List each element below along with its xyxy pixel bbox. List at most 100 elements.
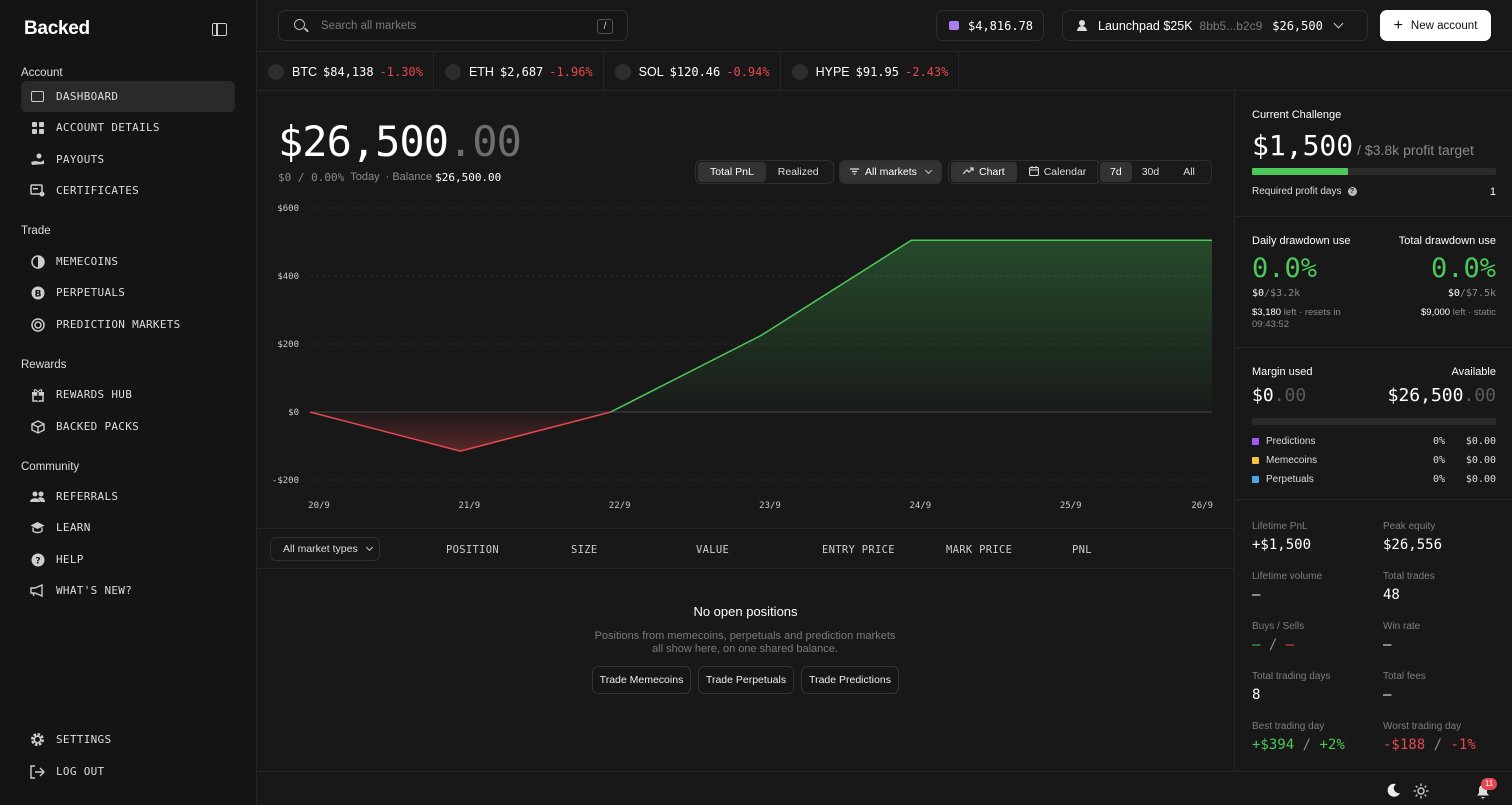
stat-value: – <box>1383 687 1392 703</box>
sidebar-item-memecoins[interactable]: MEMECOINS <box>21 246 235 277</box>
required-days-label: Required profit days <box>1252 186 1342 197</box>
sidebar-item-rewards-hub[interactable]: REWARDS HUB <box>21 379 235 410</box>
ticker-price: $2,687 <box>499 64 544 79</box>
tab-chart-label: Chart <box>979 166 1005 178</box>
sidebar-toggle-icon[interactable] <box>212 23 227 36</box>
ticker-symbol: SOL <box>638 64 664 79</box>
daily-drawdown-pct: 0.0% <box>1252 253 1318 284</box>
account-switcher[interactable]: Launchpad $25K 8bb5...b2c9 $26,500 <box>1062 10 1368 41</box>
sidebar-item-help[interactable]: ? HELP <box>21 544 235 575</box>
sidebar-item-label: MEMECOINS <box>56 255 119 268</box>
wallet-balance-button[interactable]: $4,816.78 <box>936 10 1044 41</box>
legend-predictions: Predictions 0% $0.00 <box>1252 434 1496 448</box>
tab-total-pnl[interactable]: Total PnL <box>698 162 766 182</box>
legend-dot <box>1252 437 1259 445</box>
sidebar-item-dashboard[interactable]: DASHBOARD <box>21 81 235 112</box>
plus-icon: + <box>1393 16 1403 34</box>
btc-coin-icon <box>268 63 284 80</box>
eth-coin-icon <box>444 63 461 80</box>
challenge-title: Current Challenge <box>1252 109 1342 121</box>
ticker-item-btc[interactable]: BTC $84,138 -1.30% <box>257 52 434 91</box>
sidebar-item-perpetuals[interactable]: B PERPETUALS <box>21 277 235 308</box>
trade-predictions-button[interactable]: Trade Predictions <box>801 666 899 694</box>
sidebar-item-whats-new[interactable]: WHAT'S NEW? <box>21 575 235 606</box>
section-community: Community <box>21 461 80 473</box>
market-filter-dropdown[interactable]: All markets <box>839 160 942 184</box>
gift-icon <box>30 387 45 402</box>
legend-name: Memecoins <box>1266 454 1318 466</box>
info-icon[interactable]: ? <box>1347 187 1357 196</box>
account-balance-large: $26,500.00 <box>278 117 522 166</box>
legend-name: Predictions <box>1266 435 1316 447</box>
margin-card: Margin used Available $0.00 $26,500.00 P… <box>1235 348 1512 500</box>
trade-memecoins-button[interactable]: Trade Memecoins <box>592 666 691 694</box>
chevron-down-icon <box>1333 18 1344 29</box>
stat-total-trades: Total trades 48 <box>1383 571 1435 603</box>
sidebar-item-label: DASHBOARD <box>56 90 119 103</box>
search-box[interactable]: / <box>278 10 628 41</box>
sidebar-item-learn[interactable]: LEARN <box>21 512 235 543</box>
sidebar-item-log-out[interactable]: LOG OUT <box>21 756 235 787</box>
sun-icon[interactable] <box>1413 783 1429 799</box>
range-toggle: 7d 30d All <box>1097 160 1212 184</box>
pnl-chart: $600 $400 $200 $0 -$200 20/9 21/9 22/9 23/9 24/9… <box>272 204 1213 511</box>
trade-perpetuals-button[interactable]: Trade Perpetuals <box>698 666 794 694</box>
column-entry-price[interactable]: ENTRY PRICE <box>822 544 895 556</box>
balance-value: $26,500.00 <box>435 171 502 184</box>
sidebar-item-backed-packs[interactable]: BACKED PACKS <box>21 411 235 442</box>
search-input[interactable] <box>321 18 581 34</box>
sidebar-item-label: BACKED PACKS <box>56 420 140 433</box>
stat-value: 8 <box>1252 687 1261 703</box>
tab-range-7d[interactable]: 7d <box>1100 162 1132 182</box>
total-limit: /$7.5k <box>1459 288 1496 299</box>
tab-realized[interactable]: Realized <box>766 162 831 182</box>
column-position[interactable]: POSITION <box>446 544 499 556</box>
available-dec: .00 <box>1463 385 1496 406</box>
tab-calendar-label: Calendar <box>1043 166 1087 178</box>
sidebar-item-payouts[interactable]: PAYOUTS <box>21 144 235 175</box>
sidebar-item-prediction-markets[interactable]: PREDICTION MARKETS <box>21 309 235 340</box>
column-size[interactable]: SIZE <box>571 544 598 556</box>
wallet-balance: $4,816.78 <box>968 18 1034 33</box>
column-pnl[interactable]: PNL <box>1072 544 1092 556</box>
sidebar-item-label: CERTIFICATES <box>56 184 140 197</box>
sidebar-item-label: WHAT'S NEW? <box>56 584 133 597</box>
package-icon <box>30 419 45 434</box>
column-mark-price[interactable]: MARK PRICE <box>946 544 1012 556</box>
new-account-button[interactable]: + New account <box>1380 10 1491 41</box>
sidebar-item-certificates[interactable]: CERTIFICATES <box>21 175 235 206</box>
search-shortcut-key: / <box>597 19 613 34</box>
ticker-item-sol[interactable]: SOL $120.46 -0.94% <box>604 52 781 91</box>
available-label: Available <box>1451 366 1496 378</box>
tab-calendar[interactable]: Calendar <box>1017 162 1099 182</box>
column-value[interactable]: VALUE <box>696 544 729 556</box>
app-logo[interactable]: Backed <box>24 18 90 40</box>
sidebar-item-settings[interactable]: SETTINGS <box>21 724 235 755</box>
stat-sep: / <box>1433 737 1443 753</box>
total-drawdown-pct: 0.0% <box>1430 253 1496 284</box>
y-tick-label: $0 <box>288 408 299 418</box>
moon-icon[interactable] <box>1386 783 1401 798</box>
stat-label: Total trading days <box>1252 671 1331 682</box>
tab-range-30d[interactable]: 30d <box>1132 162 1170 182</box>
hand-coin-icon <box>30 152 45 167</box>
daily-drawdown-label: Daily drawdown use <box>1252 235 1351 247</box>
balance-decimal: .00 <box>448 117 522 166</box>
sidebar-item-account-details[interactable]: ACCOUNT DETAILS <box>21 112 235 143</box>
sidebar-item-referrals[interactable]: REFERRALS <box>21 481 235 512</box>
section-account: Account <box>21 67 63 79</box>
ticker-item-hype[interactable]: HYPE $91.95 -2.43% <box>781 52 960 91</box>
stat-label: Peak equity <box>1383 521 1436 532</box>
ticker-item-eth[interactable]: ETH $2,687 -1.96% <box>434 52 604 91</box>
market-type-dropdown[interactable]: All market types <box>270 537 380 561</box>
tab-range-all[interactable]: All <box>1169 162 1209 182</box>
challenge-profit: $1,500 <box>1252 129 1354 162</box>
sidebar-item-label: LOG OUT <box>56 765 105 778</box>
ticker-symbol: BTC <box>292 64 317 79</box>
chart-x-axis: 20/9 21/9 22/9 23/9 24/9 25/9 26/9 <box>308 501 1213 511</box>
x-tick-label: 20/9 <box>308 501 330 511</box>
stat-buys: – <box>1252 637 1261 653</box>
y-tick-label: -$200 <box>272 476 299 486</box>
tab-chart[interactable]: Chart <box>951 162 1017 182</box>
market-type-label: All market types <box>283 543 358 555</box>
